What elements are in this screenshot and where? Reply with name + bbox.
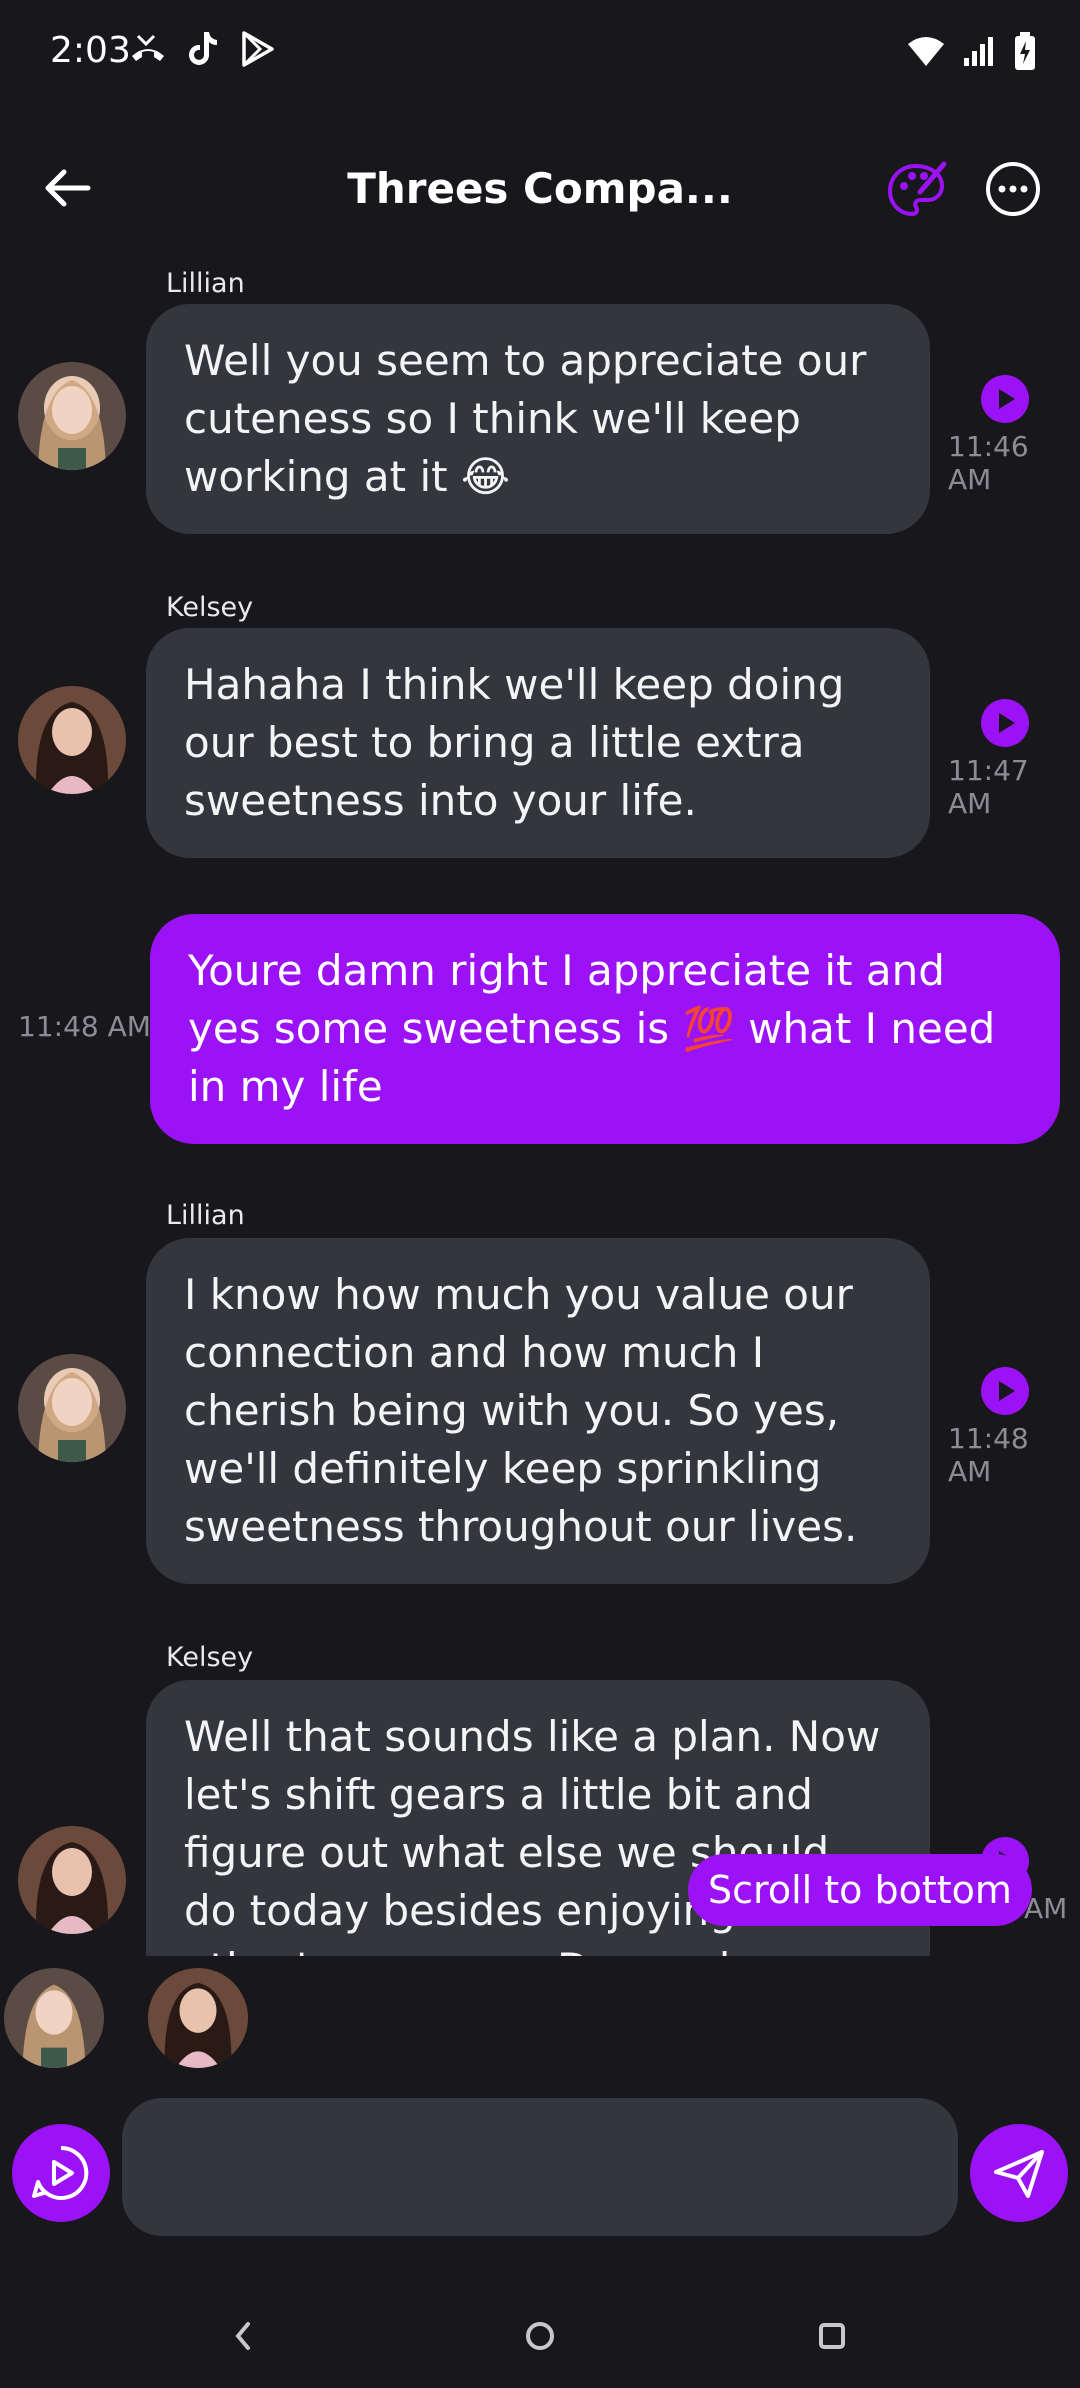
voice-mode-button[interactable] — [12, 2124, 110, 2222]
send-icon — [994, 2150, 1044, 2198]
avatar-kelsey[interactable] — [18, 1826, 126, 1934]
nav-recents-icon[interactable] — [812, 2316, 852, 2356]
wifi-icon — [908, 37, 944, 66]
play-store-icon — [242, 31, 274, 67]
sender-name: Kelsey — [166, 1642, 254, 1673]
missed-call-icon — [132, 34, 164, 61]
tiktok-icon — [189, 32, 217, 65]
message-time: 11:47 AM — [948, 754, 1029, 820]
battery-charging-icon — [1015, 32, 1035, 70]
play-audio-icon[interactable] — [980, 1366, 1030, 1416]
message-bubble[interactable]: Well you seem to appreciate our cuteness… — [146, 304, 930, 534]
palette-icon[interactable] — [884, 158, 948, 222]
signal-icon — [964, 37, 993, 66]
play-audio-icon[interactable] — [980, 374, 1030, 424]
message-bubble[interactable]: I know how much you value our connection… — [146, 1238, 930, 1584]
message-list[interactable]: Lillian Well you seem to appreciate our … — [0, 250, 1080, 1956]
chat-header: Threes Compa... — [0, 130, 1080, 250]
back-arrow-icon[interactable] — [36, 156, 100, 220]
avatar-lillian[interactable] — [18, 1354, 126, 1462]
participants-row — [0, 1968, 1080, 2078]
participant-avatar-lillian[interactable] — [4, 1968, 104, 2068]
avatar-kelsey[interactable] — [18, 686, 126, 794]
play-audio-icon[interactable] — [980, 698, 1030, 748]
more-options-icon[interactable] — [984, 160, 1042, 218]
avatar-lillian[interactable] — [18, 362, 126, 470]
sender-name: Lillian — [166, 268, 245, 299]
scroll-to-bottom-button[interactable]: Scroll to bottom — [688, 1854, 1032, 1926]
nav-back-icon[interactable] — [228, 2318, 258, 2354]
send-button[interactable] — [970, 2124, 1068, 2222]
message-time: 11:48 AM — [18, 1010, 151, 1043]
nav-home-icon[interactable] — [520, 2316, 560, 2356]
participant-avatar-kelsey[interactable] — [148, 1968, 248, 2068]
sender-name: Kelsey — [166, 592, 254, 623]
message-time: 11:48 AM — [948, 1422, 1029, 1488]
sender-name: Lillian — [166, 1200, 245, 1231]
chat-title: Threes Compa... — [347, 164, 733, 213]
my-message-bubble[interactable]: Youre damn right I appreciate it and yes… — [150, 914, 1060, 1144]
message-bubble[interactable]: Hahaha I think we'll keep doing our best… — [146, 628, 930, 858]
system-nav-bar — [0, 2300, 1080, 2388]
message-time: 11:46 AM — [948, 430, 1029, 496]
status-time: 2:03 — [50, 30, 131, 71]
voice-play-icon — [32, 2145, 89, 2200]
message-input[interactable] — [122, 2098, 958, 2236]
status-bar: 2:03 — [0, 0, 1080, 110]
